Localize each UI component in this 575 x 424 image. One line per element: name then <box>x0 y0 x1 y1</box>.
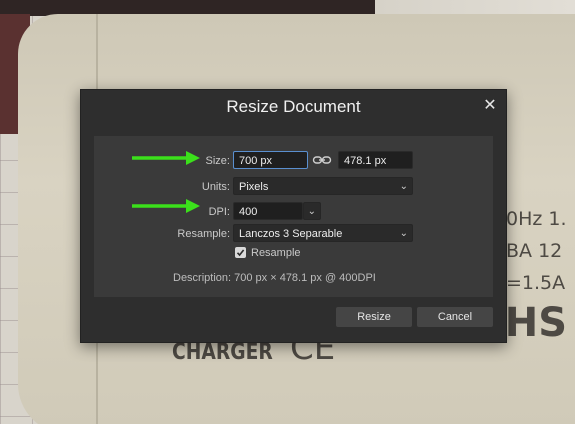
charger-print-current: =1.5A <box>506 272 566 294</box>
dpi-dropdown-button[interactable]: ⌄ <box>303 202 321 220</box>
charger-print-charger: CHARGER <box>172 340 273 365</box>
width-input[interactable]: 700 px <box>233 151 308 169</box>
dialog-title: Resize Document <box>226 97 361 116</box>
size-arrow <box>132 151 200 165</box>
dpi-input[interactable]: 400 <box>233 202 303 220</box>
resample-select-value: Lanczos 3 Separable <box>239 228 343 240</box>
resize-document-dialog: Resize Document ✕ Size: 700 px 478.1 px … <box>80 89 507 343</box>
dpi-arrow <box>132 199 200 213</box>
resample-checkbox[interactable] <box>235 247 246 258</box>
chevron-down-icon: ⌄ <box>307 206 316 217</box>
units-select-value: Pixels <box>239 181 269 193</box>
charger-print-hz: 0Hz 1. <box>506 208 567 230</box>
checkmark-icon <box>236 249 245 257</box>
chevron-down-icon: ⌄ <box>399 181 408 192</box>
units-label: Units: <box>201 181 230 193</box>
description-text: Description: 700 px × 478.1 px @ 400DPI <box>173 272 376 284</box>
resize-button[interactable]: Resize <box>336 307 412 327</box>
close-icon[interactable]: ✕ <box>480 96 500 116</box>
resample-checkbox-label[interactable]: Resample <box>251 247 301 259</box>
cancel-button[interactable]: Cancel <box>417 307 493 327</box>
chain-link-icon[interactable] <box>312 151 332 169</box>
chevron-down-icon: ⌄ <box>399 228 408 239</box>
height-input[interactable]: 478.1 px <box>338 151 413 169</box>
charger-print-amp: BA 12 <box>506 240 563 262</box>
resample-select[interactable]: Lanczos 3 Separable ⌄ <box>233 224 413 242</box>
units-select[interactable]: Pixels ⌄ <box>233 177 413 195</box>
resample-label: Resample: <box>177 228 230 240</box>
